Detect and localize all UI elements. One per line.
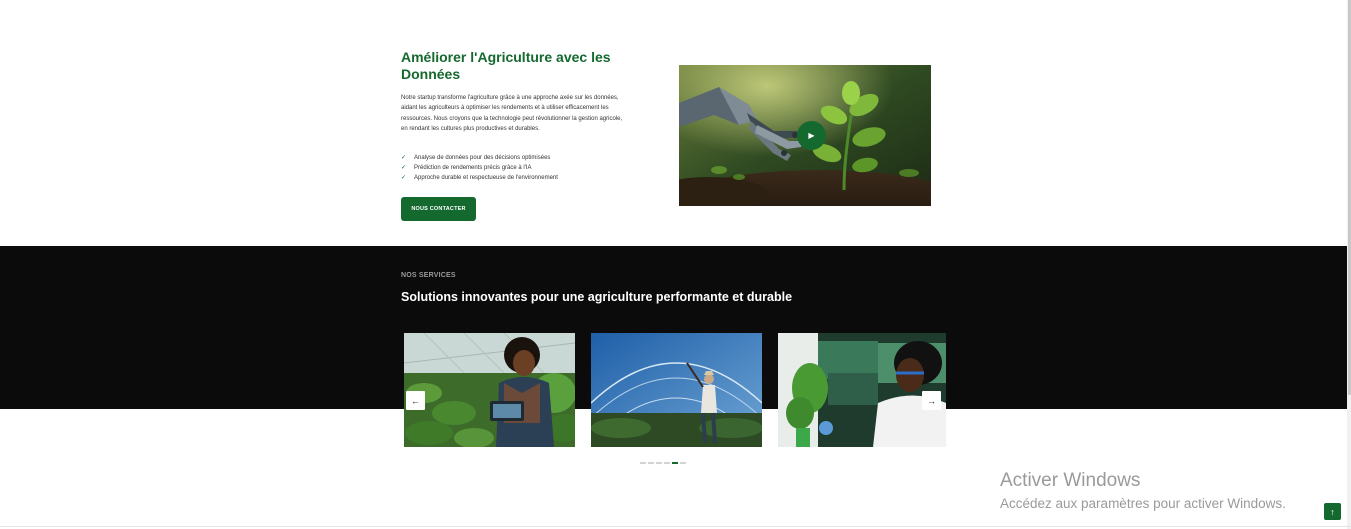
feature-label: Analyse de données pour des décisions op… bbox=[414, 155, 551, 161]
services-eyebrow: NOS SERVICES bbox=[401, 272, 456, 279]
windows-activation-title: Activer Windows bbox=[1000, 470, 1141, 491]
feature-item: ✓ Analyse de données pour des décisions … bbox=[401, 153, 558, 163]
arrow-right-icon: → bbox=[927, 395, 936, 406]
play-button[interactable]: ▶ bbox=[797, 121, 826, 150]
check-icon: ✓ bbox=[401, 165, 407, 171]
about-section bbox=[0, 0, 1351, 246]
windows-activation-subtitle: Accédez aux paramètres pour activer Wind… bbox=[1000, 496, 1286, 511]
carousel-dot[interactable] bbox=[648, 462, 654, 464]
carousel-pagination bbox=[640, 462, 686, 464]
service-card-image bbox=[404, 333, 575, 447]
carousel-next-button[interactable]: → bbox=[922, 391, 941, 410]
arrow-left-icon: ← bbox=[411, 395, 420, 406]
feature-item: ✓ Prédiction de rendements précis grâce … bbox=[401, 163, 558, 173]
service-card[interactable] bbox=[591, 333, 762, 447]
service-card[interactable] bbox=[778, 333, 946, 447]
carousel-dot-active[interactable] bbox=[672, 462, 678, 464]
about-paragraph: Notre startup transforme l'agriculture g… bbox=[401, 95, 623, 133]
service-card-image bbox=[591, 333, 762, 447]
carousel-dot[interactable] bbox=[664, 462, 670, 464]
page-bottom-divider bbox=[0, 526, 1351, 527]
check-icon: ✓ bbox=[401, 175, 407, 181]
check-icon: ✓ bbox=[401, 155, 407, 161]
services-title: Solutions innovantes pour une agricultur… bbox=[401, 290, 793, 304]
about-title: Améliorer l'Agriculture avec les Données bbox=[401, 49, 611, 82]
carousel-dot[interactable] bbox=[656, 462, 662, 464]
feature-list: ✓ Analyse de données pour des décisions … bbox=[401, 153, 558, 183]
arrow-up-icon: ↑ bbox=[1330, 506, 1335, 517]
play-icon: ▶ bbox=[808, 131, 815, 140]
feature-label: Prédiction de rendements précis grâce à … bbox=[414, 165, 532, 171]
service-card[interactable] bbox=[404, 333, 575, 447]
service-card-image bbox=[778, 333, 946, 447]
feature-label: Approche durable et respectueuse de l'en… bbox=[414, 175, 558, 181]
back-to-top-button[interactable]: ↑ bbox=[1324, 503, 1341, 520]
carousel-dot[interactable] bbox=[680, 462, 686, 464]
feature-item: ✓ Approche durable et respectueuse de l'… bbox=[401, 173, 558, 183]
contact-button[interactable]: NOUS CONTACTER bbox=[401, 197, 476, 221]
carousel-dot[interactable] bbox=[640, 462, 646, 464]
carousel-prev-button[interactable]: ← bbox=[406, 391, 425, 410]
